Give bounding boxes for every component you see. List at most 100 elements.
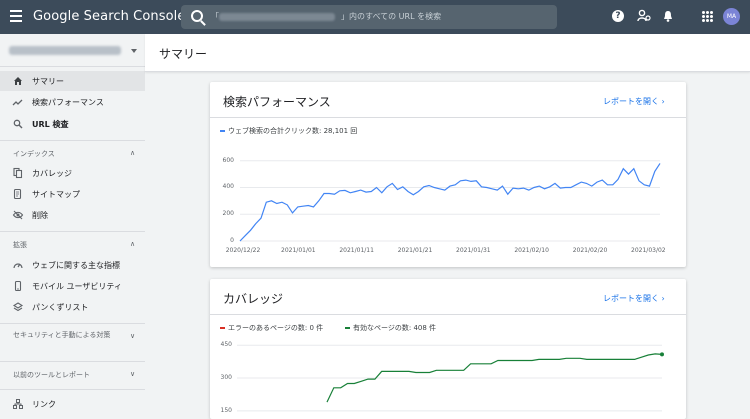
coverage-chart [237,344,664,412]
section-enhancements[interactable]: 拡張 ∧ [0,240,145,252]
sidebar-item-label: モバイル ユーザビリティ [32,282,122,291]
page-header: サマリー [145,34,750,72]
home-icon [14,77,22,85]
open-report-link[interactable]: レポートを開く › [603,96,665,107]
chevron-down-icon: ∨ [130,370,136,378]
top-app-bar: Google Search Console 「 」内のすべての URL を検索 … [0,0,750,34]
section-legacy-tools[interactable]: 以前のツールとレポート ∨ [0,370,145,382]
phone-icon [14,280,22,292]
speed-icon [13,263,23,269]
sidebar-item-sitemaps[interactable]: サイトマップ [0,184,145,204]
avatar[interactable]: MA [723,8,740,25]
apps-grid-icon[interactable] [702,11,713,22]
series-line-clicks [239,163,661,242]
y-tick-label: 0 [230,237,234,244]
performance-chart [239,160,661,242]
app-title[interactable]: Google Search Console [33,9,185,24]
y-tick-label: 150 [220,406,232,414]
eye-off-icon [12,210,24,220]
sidebar-item-removals[interactable]: 削除 [0,205,145,225]
divider [0,140,145,141]
x-tick-label: 2021/02/20 [572,247,608,254]
property-name-redacted [9,46,121,55]
help-icon[interactable]: ? [612,10,624,22]
layers-icon [12,302,24,312]
legend-errors: エラーのあるページの数: 0 件 [220,323,323,333]
legend-swatch [345,327,350,329]
legend-swatch [220,130,225,132]
section-label: 拡張 [13,241,27,249]
legend-valid: 有効なページの数: 408 件 [345,323,436,333]
x-tick-label: 2020/12/22 [225,247,261,254]
legend-swatch [220,327,225,329]
sidebar-item-label: URL 検査 [32,120,69,129]
links-icon [13,399,23,409]
search-prefix: 「 [211,12,219,21]
sidebar-item-label: リンク [32,400,56,409]
divider [0,323,145,324]
chevron-up-icon: ∧ [130,149,136,157]
sidebar-item-url-inspection[interactable]: URL 検査 [0,114,145,134]
chevron-up-icon: ∧ [130,240,136,248]
sidebar-item-coverage[interactable]: カバレッジ [0,163,145,183]
hamburger-menu-icon[interactable] [10,10,22,22]
link-label: レポートを開く [603,97,659,106]
section-security[interactable]: セキュリティと手動による対策 ∨ [0,330,145,352]
y-tick-label: 600 [222,156,234,164]
y-tick-label: 300 [220,374,232,381]
divider [0,389,145,390]
sidebar: サマリー 検索パフォーマンス URL 検査 インデックス ∧ カバレッジ サイト… [0,34,145,411]
people-settings-icon[interactable] [637,9,651,23]
y-tick-label: 450 [220,341,232,349]
sidebar-item-mobile-usability[interactable]: モバイル ユーザビリティ [0,276,145,296]
trend-icon [12,99,23,106]
bell-icon[interactable] [663,10,673,22]
legend-label: エラーのあるページの数: 0 件 [228,324,324,332]
sidebar-item-links[interactable]: リンク [0,394,145,414]
sidebar-item-core-web-vitals[interactable]: ウェブに関する主な指標 [0,255,145,275]
card-title: カバレッジ [223,292,284,306]
x-tick-label: 2021/02/10 [514,247,549,254]
page-title: サマリー [159,47,208,61]
legend-label: 有効なページの数: 408 件 [353,324,437,332]
chevron-down-icon: ∨ [130,332,136,340]
chevron-right-icon: › [661,97,665,106]
search-placeholder: 」内のすべての URL を検索 [341,12,442,21]
divider [210,314,686,315]
series-end-point [660,352,664,357]
y-tick-label: 200 [222,210,234,218]
open-report-link[interactable]: レポートを開く › [603,293,665,304]
x-tick-label: 2021/01/21 [397,247,433,254]
sidebar-item-label: ウェブに関する主な指標 [32,261,120,270]
sidebar-item-label: サイトマップ [32,190,80,199]
x-tick-label: 2021/03/02 [631,247,666,254]
search-input[interactable]: 「 」内のすべての URL を検索 [181,5,557,29]
divider [210,117,686,118]
sidebar-item-label: 検索パフォーマンス [32,98,104,107]
search-property-redacted [219,13,335,21]
sidebar-item-label: サマリー [32,77,64,86]
section-label: セキュリティと手動による対策 [13,331,111,339]
x-tick-label: 2021/01/01 [281,247,316,254]
sidebar-item-performance[interactable]: 検索パフォーマンス [0,92,145,112]
sitemap-icon [13,188,22,200]
chevron-right-icon: › [661,294,665,303]
sidebar-item-breadcrumbs[interactable]: パンくずリスト [0,297,145,317]
sidebar-item-summary[interactable]: サマリー [0,71,145,91]
legend-label: ウェブ検索の合計クリック数: 28,101 回 [228,127,358,135]
section-label: 以前のツールとレポート [13,371,90,379]
link-label: レポートを開く [603,294,659,303]
sidebar-item-label: カバレッジ [32,169,72,178]
card-title: 検索パフォーマンス [223,95,331,109]
divider [0,361,145,362]
section-index[interactable]: インデックス ∧ [0,149,145,161]
sidebar-item-label: パンくずリスト [32,303,89,312]
y-tick-label: 400 [222,183,234,191]
legend-clicks: ウェブ検索の合計クリック数: 28,101 回 [220,126,357,136]
section-label: インデックス [13,150,55,158]
file-copy-icon [13,167,23,179]
property-selector[interactable] [0,34,145,67]
sidebar-item-label: 削除 [32,211,48,220]
caret-down-icon [131,49,137,53]
divider [0,231,145,232]
